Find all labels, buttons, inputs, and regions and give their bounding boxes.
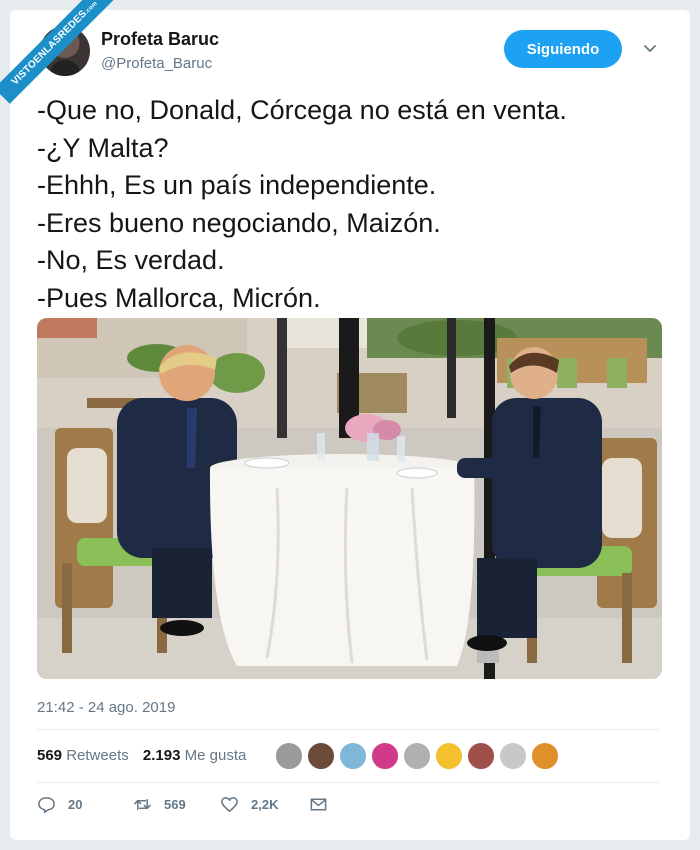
like-button[interactable]: 2,2K (220, 795, 278, 814)
tweet-card: VISTOENLASREDES.com Profeta Baruc @Profe… (0, 0, 690, 840)
tweet-line: -Pues Mallorca, Micrón. (37, 282, 321, 313)
retweet-count: 569 (164, 797, 186, 812)
tweet-line: -Que no, Donald, Córcega no está en vent… (37, 95, 567, 125)
heart-icon (221, 797, 238, 813)
reply-button[interactable]: 20 (37, 795, 82, 814)
tweet-line: -No, Es verdad. (37, 245, 225, 275)
watermark-ribbon: VISTOENLASREDES.com (0, 0, 116, 104)
liker-avatar[interactable] (531, 742, 559, 770)
author-handle[interactable]: @Profeta_Baruc (101, 55, 212, 72)
envelope-icon (310, 798, 327, 811)
liker-avatar[interactable] (435, 742, 463, 770)
reply-count: 20 (68, 797, 83, 812)
liker-avatar[interactable] (403, 742, 431, 770)
retweet-icon (134, 798, 151, 811)
chevron-down-icon[interactable] (642, 40, 658, 56)
tweet-line: -¿Y Malta? (37, 132, 169, 163)
message-button[interactable] (309, 795, 328, 814)
likes-count[interactable]: 2.193 (143, 747, 181, 764)
divider (37, 782, 660, 783)
tweet-line: -Eres bueno negociando, Maizón. (37, 207, 441, 238)
like-count: 2,2K (251, 797, 279, 812)
liker-avatar[interactable] (339, 742, 367, 770)
liker-avatar[interactable] (499, 742, 527, 770)
divider (37, 729, 660, 730)
likes-label[interactable]: Me gusta (185, 747, 247, 764)
reply-icon (38, 797, 55, 814)
retweets-label[interactable]: Retweets (66, 747, 129, 764)
tweet-photo[interactable] (37, 318, 662, 679)
liker-avatar[interactable] (275, 742, 303, 770)
liker-avatar[interactable] (371, 742, 399, 770)
following-button[interactable]: Siguiendo (504, 30, 622, 68)
tweet-text: -Que no, Donald, Córcega no está en vent… (37, 92, 677, 317)
retweet-button[interactable]: 569 (133, 795, 186, 814)
author-name[interactable]: Profeta Baruc (101, 29, 219, 50)
liker-avatar[interactable] (467, 742, 495, 770)
engagement-stats: 569 Retweets 2.193 Me gusta (37, 747, 246, 764)
tweet-timestamp[interactable]: 21:42 - 24 ago. 2019 (37, 699, 175, 716)
liker-avatar[interactable] (307, 742, 335, 770)
retweets-count[interactable]: 569 (37, 747, 62, 764)
tweet-line: -Ehhh, Es un país independiente. (37, 170, 437, 200)
